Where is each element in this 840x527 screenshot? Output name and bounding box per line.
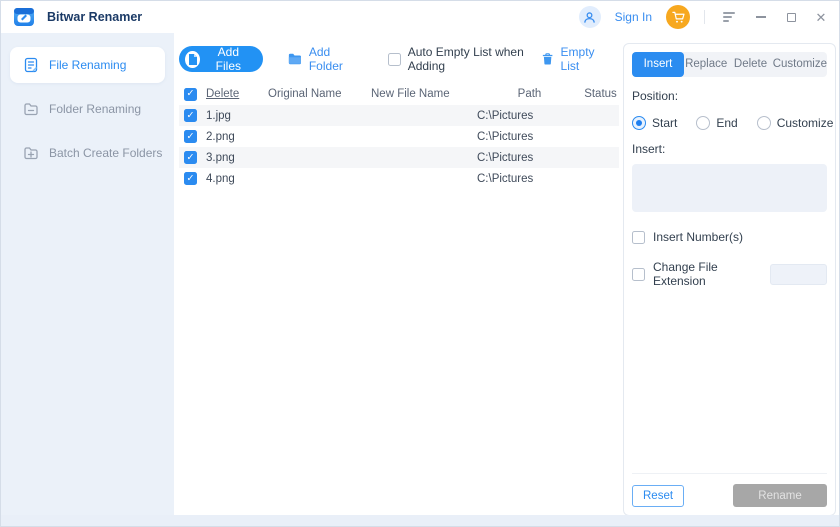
add-files-label: Add Files — [207, 45, 250, 73]
row-checkbox[interactable]: ✓ — [184, 109, 197, 122]
maximize-button[interactable] — [783, 9, 799, 25]
insert-label: Insert: — [632, 142, 827, 156]
user-avatar-icon[interactable] — [579, 6, 601, 28]
table-row[interactable]: ✓ 4.png C:\Pictures — [179, 168, 619, 189]
file-table: ✓ Delete Original Name New File Name Pat… — [179, 83, 619, 189]
app-logo-icon — [13, 6, 35, 28]
app-title: Bitwar Renamer — [47, 10, 142, 24]
header-original-name: Original Name — [268, 88, 371, 100]
radio-end-label: End — [716, 116, 737, 130]
cell-original-name: 2.png — [206, 131, 477, 143]
radio-start[interactable] — [632, 116, 646, 130]
rename-options-panel: Insert Replace Delete Customize Position… — [623, 43, 836, 516]
add-folder-button[interactable]: Add Folder — [288, 45, 360, 73]
radio-end[interactable] — [696, 116, 710, 130]
menu-icon[interactable] — [719, 8, 739, 26]
sidebar-item-batch-create-folders[interactable]: Batch Create Folders — [10, 135, 165, 171]
position-radio-group: Start End Customize — [632, 116, 827, 130]
change-extension-row: Change File Extension — [632, 260, 827, 288]
radio-customize[interactable] — [757, 116, 771, 130]
cell-path: C:\Pictures — [477, 131, 582, 143]
change-extension-checkbox[interactable] — [632, 268, 645, 281]
tab-customize[interactable]: Customize — [773, 52, 827, 77]
table-row[interactable]: ✓ 1.jpg C:\Pictures — [179, 105, 619, 126]
auto-empty-label: Auto Empty List when Adding — [408, 45, 543, 73]
insert-numbers-option[interactable]: Insert Number(s) — [632, 230, 827, 244]
app-window: Bitwar Renamer Sign In ✕ — [0, 0, 840, 527]
cell-original-name: 3.png — [206, 152, 477, 164]
cell-path: C:\Pictures — [477, 173, 582, 185]
folder-icon — [288, 52, 302, 66]
radio-start-label: Start — [652, 116, 677, 130]
tab-delete[interactable]: Delete — [728, 52, 772, 77]
sidebar-item-folder-renaming[interactable]: Folder Renaming — [10, 91, 165, 127]
change-extension-option[interactable]: Change File Extension — [632, 260, 770, 288]
extension-input[interactable] — [770, 264, 827, 285]
cell-path: C:\Pictures — [477, 152, 582, 164]
panel-footer: Reset Rename — [632, 473, 827, 507]
cell-original-name: 1.jpg — [206, 110, 477, 122]
titlebar-separator — [704, 10, 705, 24]
close-button[interactable]: ✕ — [813, 9, 829, 25]
cell-original-name: 4.png — [206, 173, 477, 185]
sidebar-item-label: Folder Renaming — [49, 102, 141, 116]
insert-numbers-checkbox[interactable] — [632, 231, 645, 244]
window-bottom-strip — [1, 515, 839, 526]
auto-empty-checkbox[interactable] — [388, 53, 401, 66]
rename-button[interactable]: Rename — [733, 484, 827, 507]
content-area: File Renaming Folder Renaming Batch Crea… — [1, 33, 839, 526]
empty-list-label: Empty List — [561, 45, 609, 73]
sidebar-item-label: File Renaming — [49, 58, 126, 72]
reset-button[interactable]: Reset — [632, 485, 684, 507]
select-all-checkbox[interactable]: ✓ — [184, 88, 197, 101]
add-files-button[interactable]: Add Files — [179, 46, 263, 72]
header-delete[interactable]: Delete — [206, 88, 268, 100]
header-new-file-name: New File Name — [371, 88, 477, 100]
titlebar: Bitwar Renamer Sign In ✕ — [1, 1, 839, 33]
shopping-cart-icon[interactable] — [666, 5, 690, 29]
sidebar-item-label: Batch Create Folders — [49, 146, 162, 160]
header-status: Status — [582, 88, 619, 100]
auto-empty-option[interactable]: Auto Empty List when Adding — [388, 45, 543, 73]
row-checkbox[interactable]: ✓ — [184, 151, 197, 164]
empty-list-button[interactable]: Empty List — [542, 45, 609, 73]
row-checkbox[interactable]: ✓ — [184, 130, 197, 143]
toolbar: Add Files Add Folder Auto Empty List whe… — [179, 45, 619, 73]
main-area: Add Files Add Folder Auto Empty List whe… — [174, 33, 839, 515]
position-label: Position: — [632, 89, 827, 103]
radio-customize-label: Customize — [777, 116, 834, 130]
sidebar: File Renaming Folder Renaming Batch Crea… — [1, 33, 174, 515]
add-folder-label: Add Folder — [309, 45, 360, 73]
change-extension-label: Change File Extension — [653, 260, 770, 288]
mode-tabs: Insert Replace Delete Customize — [632, 52, 827, 77]
radio-option-start[interactable]: Start — [632, 116, 677, 130]
cell-path: C:\Pictures — [477, 110, 582, 122]
insert-text-input[interactable] — [632, 164, 827, 212]
document-edit-icon — [23, 57, 39, 73]
radio-option-customize[interactable]: Customize — [757, 116, 834, 130]
minimize-button[interactable] — [753, 9, 769, 25]
trash-icon — [542, 52, 553, 66]
row-checkbox[interactable]: ✓ — [184, 172, 197, 185]
tab-insert[interactable]: Insert — [632, 52, 684, 77]
file-circle-icon — [185, 51, 200, 68]
table-header: ✓ Delete Original Name New File Name Pat… — [179, 83, 619, 105]
tab-replace[interactable]: Replace — [684, 52, 728, 77]
folder-plus-icon — [23, 145, 39, 161]
table-row[interactable]: ✓ 3.png C:\Pictures — [179, 147, 619, 168]
table-row[interactable]: ✓ 2.png C:\Pictures — [179, 126, 619, 147]
insert-numbers-label: Insert Number(s) — [653, 230, 743, 244]
sidebar-item-file-renaming[interactable]: File Renaming — [10, 47, 165, 83]
sign-in-link[interactable]: Sign In — [615, 10, 652, 24]
header-path: Path — [477, 88, 582, 100]
radio-option-end[interactable]: End — [696, 116, 737, 130]
folder-minus-icon — [23, 101, 39, 117]
